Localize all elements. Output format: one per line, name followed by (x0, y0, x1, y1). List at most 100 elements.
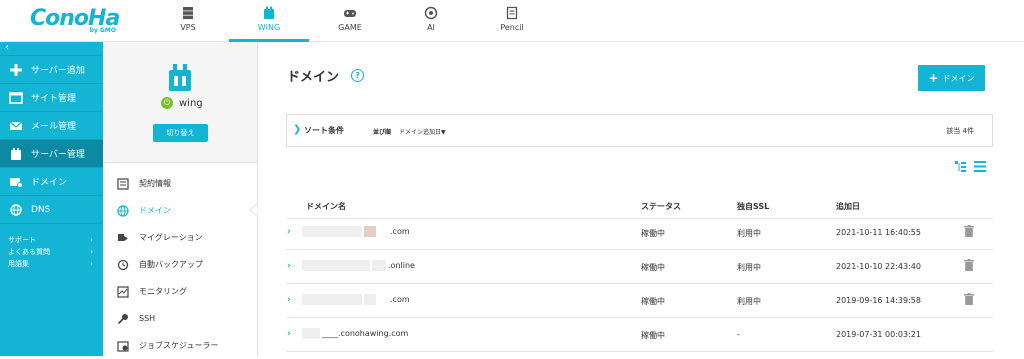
status-cell: 稼働中 (641, 263, 665, 272)
tab-label: Pencil (500, 23, 524, 32)
tab-pencil[interactable]: Pencil (490, 0, 534, 42)
tab-label: WING (257, 23, 281, 32)
menu-item-contract[interactable]: 契約情報 (103, 170, 257, 197)
tab-vps[interactable]: VPS (166, 0, 210, 42)
wing-icon (264, 6, 274, 19)
page-title-text: ドメイン (287, 70, 340, 85)
ssl-cell: - (737, 330, 740, 339)
sidebar: ‹ サーバー追加 サイト管理 メール管理 サーバー管理 ドメイン DNS サポー… (0, 42, 103, 356)
chevron-right-icon: › (90, 248, 93, 256)
redacted-mask (302, 328, 320, 339)
menu-item-label: SSH (139, 314, 156, 323)
table-row[interactable]: › .com 稼働中 利用中 2021-10-11 16:40:55 (286, 216, 993, 250)
ai-icon (424, 6, 438, 20)
redacted-mask (372, 260, 386, 271)
menu-item-migration[interactable]: マイグレーション (103, 224, 257, 251)
main-content: ドメイン ? + ドメイン ❯ ソート条件 並び順 ドメイン追加日▼ 該当 4件… (259, 42, 1024, 356)
column-ssl: 独自SSL (737, 202, 770, 211)
redacted-mask (364, 294, 376, 305)
column-date: 追加日 (836, 202, 860, 211)
sidebar-item-domain[interactable]: ドメイン (0, 168, 103, 196)
sidebar-link-support[interactable]: サポート › (0, 234, 103, 246)
sidebar-item-add-server[interactable]: サーバー追加 (0, 56, 103, 84)
domain-name: .com (390, 227, 410, 236)
trash-icon[interactable] (964, 225, 974, 237)
menu-item-label: 契約情報 (139, 179, 171, 188)
tab-label: GAME (338, 23, 362, 32)
domain-cell[interactable]: .online (302, 260, 415, 271)
menu-item-backup[interactable]: 自動バックアップ (103, 251, 257, 278)
conoha-logo[interactable]: ConoHa by GMO (30, 6, 120, 36)
expand-chevron-icon[interactable]: › (287, 329, 291, 339)
top-bar: ConoHa by GMO VPS WING GAME AI Pencil (0, 0, 1024, 42)
help-icon[interactable]: ? (351, 69, 365, 82)
sidebar-link-faq[interactable]: よくある質問 › (0, 246, 103, 258)
chevron-right-icon: › (90, 260, 93, 268)
expand-chevron-icon[interactable]: › (287, 261, 291, 271)
domain-name: .online (388, 261, 415, 270)
sidebar-sub-label: サポート (8, 236, 36, 244)
domain-cell[interactable]: ____.conohawing.com (302, 328, 408, 339)
active-pointer-icon (250, 203, 258, 217)
sidebar-item-label: サイト管理 (31, 94, 77, 104)
status-cell: 稼働中 (641, 229, 665, 238)
tab-label: AI (427, 23, 435, 32)
trash-icon[interactable] (964, 259, 974, 271)
service-panel: ⏻ wing 切り替え 契約情報 ドメイン マイグレーション 自動バックアップ … (103, 42, 258, 356)
list-view-icon[interactable] (974, 161, 986, 172)
trash-icon[interactable] (964, 293, 974, 305)
menu-item-monitoring[interactable]: モニタリング (103, 278, 257, 305)
domain-cell[interactable]: .com (302, 294, 410, 305)
page-title: ドメイン ? (287, 66, 365, 85)
globe-icon (117, 204, 129, 217)
table-row[interactable]: › .online 稼働中 利用中 2021-10-10 22:43:40 (286, 250, 993, 284)
expand-chevron-icon[interactable]: › (287, 295, 291, 305)
server-icon (183, 7, 193, 20)
sidebar-item-site[interactable]: サイト管理 (0, 84, 103, 112)
column-domain: ドメイン名 (306, 202, 346, 211)
monitor-icon (117, 285, 129, 298)
redacted-mask (302, 226, 362, 237)
table-row[interactable]: › ____.conohawing.com 稼働中 - 2019-07-31 0… (286, 318, 993, 352)
tab-ai[interactable]: AI (413, 0, 449, 42)
domain-name: .com (390, 295, 410, 304)
sidebar-item-dns[interactable]: DNS (0, 196, 103, 224)
sidebar-item-server-manage[interactable]: サーバー管理 (0, 140, 103, 168)
scheduler-icon (117, 340, 129, 352)
sidebar-sub-label: 用語集 (8, 260, 29, 268)
menu-item-ssh[interactable]: SSH (103, 305, 257, 332)
backup-icon (117, 259, 129, 270)
server-manage-icon (11, 147, 21, 160)
expand-chevron-icon[interactable]: › (287, 227, 291, 237)
tree-view-icon[interactable] (955, 161, 966, 172)
sort-order-select[interactable]: ドメイン追加日▼ (399, 127, 446, 136)
ssl-cell: 利用中 (737, 263, 761, 272)
sidebar-item-mail[interactable]: メール管理 (0, 112, 103, 140)
tab-wing[interactable]: WING (229, 0, 309, 42)
service-name-text: wing (179, 97, 203, 109)
status-cell: 稼働中 (641, 331, 665, 340)
sidebar-link-glossary[interactable]: 用語集 › (0, 258, 103, 270)
domain-cell[interactable]: .com (302, 226, 410, 237)
redacted-mask (378, 226, 388, 237)
switch-button[interactable]: 切り替え (153, 124, 208, 142)
menu-item-domain[interactable]: ドメイン (103, 197, 258, 224)
date-cell: 2021-10-11 16:40:55 (836, 228, 921, 237)
result-count: 該当 4件 (946, 127, 974, 135)
redacted-mask (302, 294, 362, 305)
sidebar-sub-label: よくある質問 (8, 248, 50, 256)
add-domain-button[interactable]: + ドメイン (918, 65, 985, 91)
tab-game[interactable]: GAME (328, 0, 372, 42)
ssl-cell: 利用中 (737, 229, 761, 238)
table-row[interactable]: › .com 稼働中 利用中 2019-09-16 14:39:58 (286, 284, 993, 318)
redacted-mask (302, 260, 370, 271)
menu-item-job-scheduler[interactable]: ジョブスケジューラー (103, 332, 257, 359)
redacted-mask (378, 294, 388, 305)
service-menu: 契約情報 ドメイン マイグレーション 自動バックアップ モニタリング SSH ジ… (103, 163, 258, 359)
sidebar-collapse-button[interactable]: ‹ (0, 42, 103, 56)
date-cell: 2019-07-31 00:03:21 (836, 330, 921, 339)
window-icon (9, 91, 23, 104)
redacted-mask (364, 226, 376, 237)
menu-item-label: ジョブスケジューラー (139, 341, 219, 350)
sort-panel[interactable]: ❯ ソート条件 並び順 ドメイン追加日▼ 該当 4件 (286, 114, 993, 147)
